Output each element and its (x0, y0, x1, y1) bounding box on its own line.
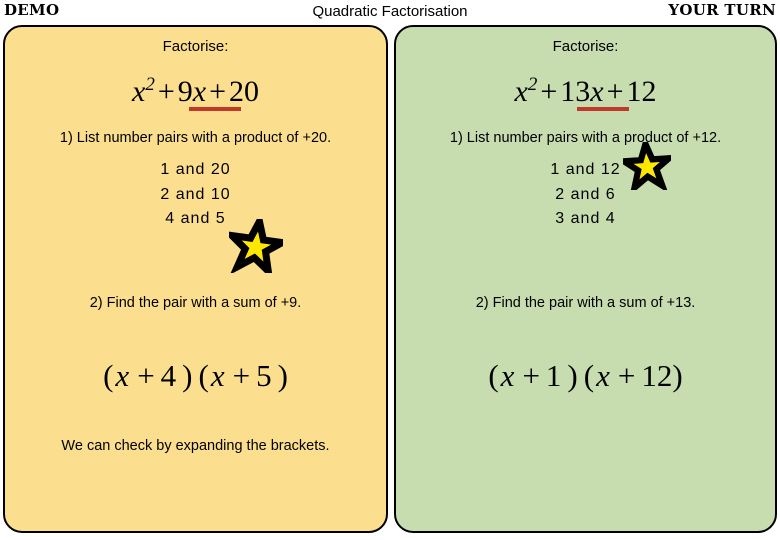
number-pairs-list-yourturn: 1 and 12 2 and 6 3 and 4 (396, 158, 775, 232)
factorise-label-demo: Factorise: (162, 38, 229, 55)
page-title: Quadratic Factorisation (312, 3, 468, 20)
answer-operator-1: + (522, 358, 540, 393)
equation-coefficient: 13 (560, 75, 591, 108)
number-pair-text: 2 and 10 (160, 185, 231, 203)
answer-open-paren-1: ( (103, 358, 114, 393)
answer-equation-demo: (x +4) (x +5) (5, 357, 386, 395)
answer-operator-1: + (137, 358, 155, 393)
demo-panel: Factorise: x2 +9x +20 1) List number pairs… (3, 25, 388, 533)
equation-variable: x (132, 75, 146, 108)
answer-operator-2: + (617, 358, 636, 393)
answer-close-paren-2: ) (672, 358, 683, 393)
answer-number-2: 5 (256, 358, 272, 393)
equation-variable-2: x (192, 75, 207, 108)
your-turn-badge: YOUR TURN (668, 1, 776, 19)
factorise-label-yourturn: Factorise: (552, 38, 619, 55)
number-pair-text: 1 and 12 (550, 161, 621, 178)
list-item: 2 and 10 (5, 183, 386, 208)
answer-close-paren-2: ) (277, 358, 288, 393)
answer-variable-2: x (596, 358, 610, 393)
equation-operator-1: + (157, 75, 175, 108)
number-pairs-list-demo: 1 and 20 2 and 10 4 and 5 (5, 158, 386, 232)
answer-variable-2: x (210, 358, 225, 393)
answer-open-paren-2: ( (198, 358, 209, 393)
equation-variable: x (514, 75, 528, 108)
number-pair-text: 1 and 20 (160, 161, 231, 178)
equation-coefficient: 9 (177, 75, 193, 108)
answer-open-paren-2: ( (583, 358, 595, 393)
answer-variable-1: x (115, 358, 130, 393)
list-item: 2 and 6 (396, 183, 775, 208)
number-pair-text: 3 and 4 (555, 210, 616, 227)
equation-operator-2: + (209, 75, 226, 108)
question-equation-yourturn: x2 +13x +12 (396, 67, 775, 110)
list-item: 4 and 5 (5, 207, 386, 232)
list-item: 1 and 12 (396, 158, 775, 183)
number-pair-text: 2 and 6 (555, 185, 616, 203)
answer-open-paren-1: ( (488, 358, 499, 393)
answer-equation-yourturn: (x +1) (x +12) (396, 357, 775, 395)
list-item: 3 and 4 (396, 207, 775, 232)
answer-variable-1: x (500, 358, 515, 393)
equation-constant: 20 (229, 75, 259, 108)
equation-operator-1: + (540, 75, 558, 108)
answer-number-1: 4 (160, 358, 177, 393)
step-one-text-yourturn: 1) List number pairs with a product of +… (449, 130, 722, 146)
list-item: 1 and 20 (5, 158, 386, 183)
check-note-demo: We can check by expanding the brackets. (61, 438, 330, 454)
answer-close-paren-1: ) (567, 358, 578, 393)
your-turn-panel: Factorise: x2 +13x +12 1) List number pair… (394, 25, 777, 533)
answer-close-paren-1: ) (182, 358, 193, 393)
step-two-text-yourturn: 2) Find the pair with a sum of +13. (475, 295, 696, 311)
constant-underline-yourturn (577, 107, 629, 111)
answer-number-2: 12 (641, 358, 673, 393)
equation-constant: 12 (626, 75, 657, 108)
equation-operator-2: + (606, 75, 624, 108)
page-header: DEMO Quadratic Factorisation YOUR TURN (0, 0, 780, 24)
answer-number-1: 1 (545, 358, 562, 393)
equation-variable-2: x (590, 75, 604, 108)
question-equation-demo: x2 +9x +20 (5, 67, 386, 110)
equation-exponent: 2 (527, 74, 538, 95)
step-one-text-demo: 1) List number pairs with a product of +… (59, 130, 332, 146)
equation-exponent: 2 (145, 74, 155, 95)
answer-operator-2: + (232, 358, 251, 393)
step-two-text-demo: 2) Find the pair with a sum of +9. (89, 295, 302, 311)
constant-underline-demo (189, 107, 241, 111)
number-pair-text: 4 and 5 (165, 210, 226, 227)
